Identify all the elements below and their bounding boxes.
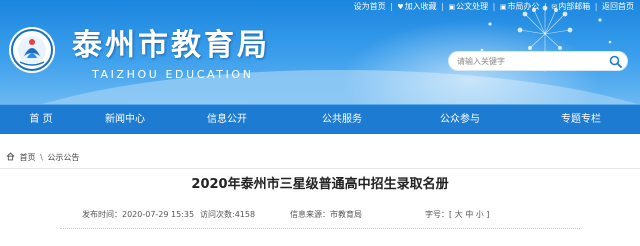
site-header: 设为首页 | ♥加入收藏 | ▣公文处理 | ▣市局办公 | ✉内部邮箱 | 返…: [0, 0, 640, 104]
education-bureau-logo[interactable]: [8, 26, 56, 74]
nav-item-news[interactable]: 新闻中心: [82, 105, 168, 135]
set-homepage-link[interactable]: 设为首页: [354, 1, 386, 13]
top-links-separator: |: [492, 2, 496, 11]
top-links-separator: |: [441, 2, 444, 11]
main-nav: 首 页 新闻中心 信息公开 公共服务 公众参与 专题专栏: [0, 104, 640, 134]
font-size-control[interactable]: 字号：[ 大 中 小 ]: [425, 209, 489, 221]
search-box: [448, 51, 628, 71]
nav-item-home[interactable]: 首 页: [0, 105, 82, 135]
site-subtitle: TAIZHOU EDUCATION: [92, 68, 254, 81]
document-icon: ▣: [448, 3, 456, 11]
info-source: 信息来源：市教育局: [290, 210, 362, 219]
breadcrumb-home-link[interactable]: 首页: [20, 153, 36, 162]
breadcrumb-current-link[interactable]: 公示公告: [47, 153, 79, 162]
view-count: 访问次数:4158: [200, 210, 256, 219]
favorite-icon: ♥: [397, 3, 404, 11]
public-mail-link[interactable]: 公文处理: [456, 1, 488, 13]
intranet-mail-link[interactable]: 内部邮箱: [558, 1, 590, 13]
article-meta: 发布时间：2020-07-29 15:35 访问次数:4158 信息来源：市教育…: [0, 209, 640, 221]
nav-item-info-public[interactable]: 信息公开: [168, 105, 286, 135]
nav-item-public-service[interactable]: 公共服务: [286, 105, 398, 135]
breadcrumb-divider: [0, 168, 640, 169]
office-icon: ▣: [499, 3, 507, 11]
nav-item-special-topics[interactable]: 专题专栏: [522, 105, 640, 135]
add-favorite-link[interactable]: 加入收藏: [405, 1, 437, 13]
top-links-separator: |: [390, 2, 393, 11]
top-links-separator: |: [594, 2, 598, 11]
mail-icon: ✉: [551, 3, 558, 11]
breadcrumb: 首页 \ 公示公告: [6, 152, 79, 164]
meta-divider: [60, 228, 580, 229]
nav-item-public-participation[interactable]: 公众参与: [398, 105, 522, 135]
search-input[interactable]: [457, 54, 597, 69]
breadcrumb-separator: \: [40, 153, 43, 162]
office-link[interactable]: 市局办公: [508, 1, 540, 13]
top-links-bar: 设为首页 | ♥加入收藏 | ▣公文处理 | ▣市局办公 | ✉内部邮箱 | 返…: [354, 1, 634, 13]
publish-time: 发布时间：2020-07-29 15:35: [82, 210, 195, 219]
back-home-link[interactable]: 返回首页: [602, 1, 634, 13]
top-links-separator: |: [544, 2, 547, 11]
home-icon: [6, 152, 15, 161]
article-title: 2020年泰州市三星级普通高中招生录取名册: [191, 177, 449, 192]
site-title: 泰州市教育局: [72, 28, 270, 63]
search-icon[interactable]: [609, 55, 622, 68]
